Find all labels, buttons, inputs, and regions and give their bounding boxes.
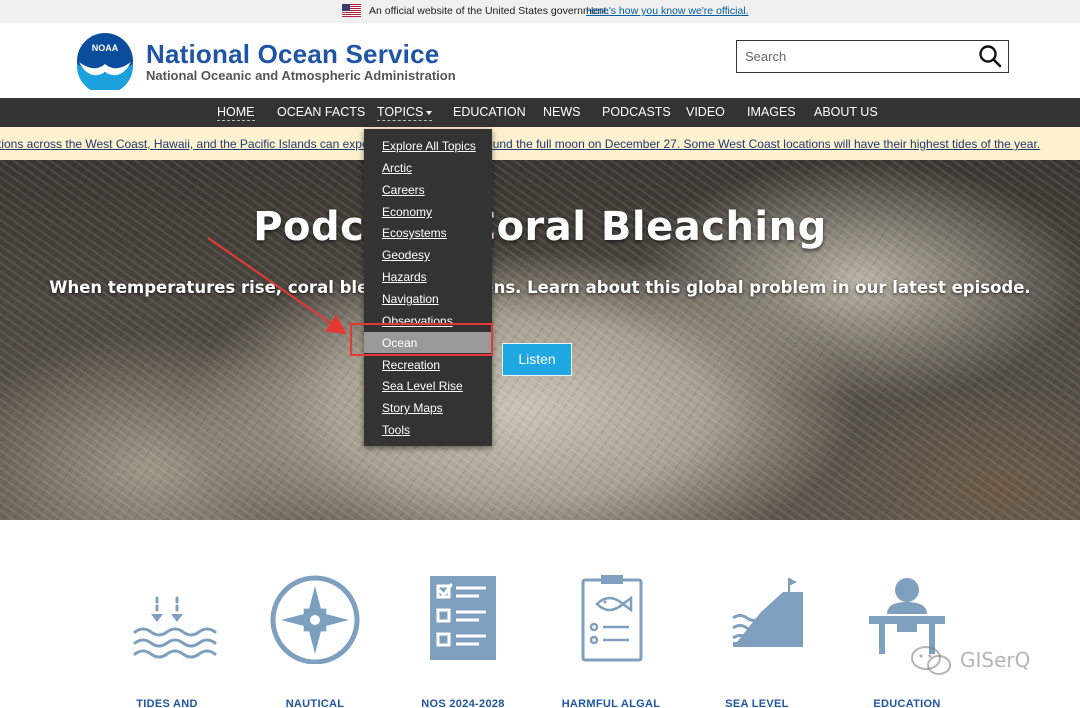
feature-nautical[interactable]: NAUTICAL [250,572,380,708]
menu-item-tools[interactable]: Tools [382,423,410,437]
menu-item-sea-level-rise[interactable]: Sea Level Rise [382,379,463,393]
annotation-highlight-box [350,323,493,356]
feature-tides-label: TIDES AND [136,698,198,708]
site-header: NOAA National Ocean Service National Oce… [0,23,1080,98]
listen-button[interactable]: Listen [502,343,572,376]
hero-title: Podcast: Coral Bleaching [253,204,827,250]
nav-podcasts[interactable]: PODCASTS [602,105,671,119]
gov-banner-text: An official website of the United States… [369,5,610,17]
search-box [736,40,1009,73]
watermark-text: GISerQ [960,648,1031,672]
menu-item-explore-all-topics[interactable]: Explore All Topics [382,139,476,153]
feature-nos-strategic-plan[interactable]: NOS 2024-2028 [398,572,528,708]
noaa-logo[interactable]: NOAA [76,32,134,90]
alert-link[interactable]: tions across the West Coast, Hawaii, and… [0,137,1040,151]
feature-education-label: EDUCATION [873,698,941,708]
hero-subtitle: When temperatures rise, coral bleaching … [49,278,1031,297]
gov-banner: An official website of the United States… [0,0,1080,23]
logo-text: NOAA [92,43,119,53]
nav-about-us[interactable]: ABOUT US [814,105,878,119]
menu-item-arctic[interactable]: Arctic [382,161,412,175]
site-title[interactable]: National Ocean Service [146,39,439,70]
menu-item-economy[interactable]: Economy [382,205,432,219]
nav-topics[interactable]: TOPICS [377,105,433,121]
feature-harmful-algal[interactable]: HARMFUL ALGAL [546,572,676,708]
feature-nautical-label: NAUTICAL [285,698,345,708]
tides-icon [133,596,217,659]
nav-images[interactable]: IMAGES [747,105,796,119]
nav-video[interactable]: VIDEO [686,105,725,119]
feature-tides[interactable]: TIDES AND [102,572,232,708]
menu-item-hazards[interactable]: Hazards [382,270,427,284]
hero-banner: Podcast: Coral Bleaching When temperatur… [0,160,1080,520]
sea-level-icon [732,578,803,647]
nav-ocean-facts[interactable]: OCEAN FACTS [277,105,365,119]
feature-sea-level[interactable]: SEA LEVEL [692,572,822,708]
menu-item-story-maps[interactable]: Story Maps [382,401,443,415]
nav-education[interactable]: EDUCATION [453,105,526,119]
checklist-icon [430,576,496,660]
clipboard-fish-icon [581,575,643,662]
menu-item-geodesy[interactable]: Geodesy [382,248,430,262]
feature-harmful-algal-label: HARMFUL ALGAL [561,698,661,708]
chevron-down-icon [426,110,433,115]
compass-icon [270,575,360,664]
nav-home[interactable]: HOME [217,105,255,121]
alert-banner: tions across the West Coast, Hawaii, and… [0,127,1080,160]
topics-dropdown-menu: Explore All Topics Arctic Careers Econom… [364,129,492,446]
gov-banner-link[interactable]: Here's how you know we're official. [586,5,749,17]
search-input[interactable] [737,41,967,72]
wechat-watermark-icon [911,646,951,675]
us-flag-icon [342,4,361,17]
feature-sea-level-label: SEA LEVEL [725,698,789,708]
main-nav: HOME OCEAN FACTS TOPICS EDUCATION NEWS P… [0,98,1080,127]
search-icon[interactable] [978,44,1004,70]
menu-item-navigation[interactable]: Navigation [382,292,439,306]
menu-item-ecosystems[interactable]: Ecosystems [382,226,447,240]
feature-links-section: TIDES AND NAUTICAL NOS 2024-2028 HARMFUL… [0,520,1080,708]
site-subtitle: National Oceanic and Atmospheric Adminis… [146,68,456,83]
feature-nos-label: NOS 2024-2028 [421,698,505,708]
nav-topics-label: TOPICS [377,105,424,119]
menu-item-careers[interactable]: Careers [382,183,425,197]
menu-item-recreation[interactable]: Recreation [382,358,440,372]
nav-news[interactable]: NEWS [543,105,581,119]
